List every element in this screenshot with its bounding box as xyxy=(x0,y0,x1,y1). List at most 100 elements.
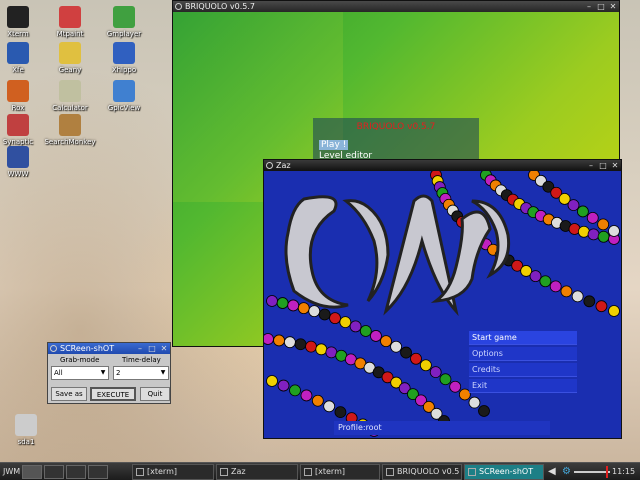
task-xterm-1[interactable]: [xterm] xyxy=(132,464,214,480)
ball xyxy=(308,305,321,318)
ball xyxy=(266,295,278,307)
zaz-window[interactable]: Zaz – □ ✕ Start game Options Credits Exi… xyxy=(263,159,622,439)
zaz-titlebar[interactable]: Zaz – □ ✕ xyxy=(264,160,621,171)
ball xyxy=(370,330,382,342)
close-icon[interactable]: ✕ xyxy=(160,343,168,354)
maximize-icon[interactable]: □ xyxy=(148,343,156,354)
xfe-icon xyxy=(7,42,29,64)
desktop-icon-label: Xfe xyxy=(12,66,24,74)
minimize-icon[interactable]: – xyxy=(585,1,593,12)
ball xyxy=(595,300,608,313)
synaptic-icon xyxy=(7,114,29,136)
window-menu-icon[interactable] xyxy=(175,3,182,10)
briquolo-titlebar[interactable]: BRIQUOLO v0.5.7 – □ ✕ xyxy=(173,1,619,12)
desktop-pager-1[interactable] xyxy=(22,465,42,479)
window-menu-icon[interactable] xyxy=(50,345,57,352)
mtpaint-icon xyxy=(59,6,81,28)
desktop-pager-2[interactable] xyxy=(44,465,64,479)
desktop-icon-label: Synaptic xyxy=(2,138,34,146)
menu-options[interactable]: Options xyxy=(469,347,577,361)
grab-mode-select[interactable]: All ▼ xyxy=(51,366,109,380)
desktop-icon-gpicview[interactable]: GpicView xyxy=(98,80,150,112)
ball xyxy=(277,379,290,392)
menu-credits[interactable]: Credits xyxy=(469,363,577,377)
rox-icon xyxy=(7,80,29,102)
gpicview-icon xyxy=(113,80,135,102)
ball xyxy=(597,230,610,243)
close-icon[interactable]: ✕ xyxy=(609,1,617,12)
minimize-icon[interactable]: – xyxy=(587,160,595,171)
volume-slider-handle[interactable] xyxy=(606,466,608,478)
task-xterm-2[interactable]: [xterm] xyxy=(300,464,380,480)
ball xyxy=(529,270,542,283)
briquolo-title: BRIQUOLO v0.5.7 xyxy=(185,2,255,11)
ball xyxy=(289,384,301,397)
window-menu-icon[interactable] xyxy=(266,162,273,169)
ball xyxy=(294,338,307,351)
quit-button[interactable]: Quit xyxy=(140,387,170,401)
ball xyxy=(567,199,580,212)
desktop-icon-rox[interactable]: Rox xyxy=(0,80,44,112)
ball xyxy=(439,373,452,386)
sda1-icon xyxy=(15,414,37,436)
desktop-icon-label: WWW xyxy=(7,170,29,178)
desktop-icon-calculator[interactable]: Calculator xyxy=(44,80,96,112)
desktop-icon-label: sda1 xyxy=(17,438,35,446)
xhippo-icon xyxy=(113,42,135,64)
ball xyxy=(297,302,310,315)
menu-exit[interactable]: Exit xyxy=(469,379,577,393)
task-zaz[interactable]: Zaz xyxy=(216,464,298,480)
desktop-icon-xterm[interactable]: Xterm xyxy=(0,6,44,38)
desktop-icon-synaptic[interactable]: Synaptic xyxy=(0,114,44,146)
task-screenshot[interactable]: SCReen-shOT xyxy=(464,464,544,480)
grab-mode-label: Grab-mode xyxy=(60,356,100,364)
desktop-icon-label: SearchMonkey xyxy=(44,138,96,146)
desktop-icon-label: Gmplayer xyxy=(106,30,142,38)
ball xyxy=(359,325,372,337)
maximize-icon[interactable]: □ xyxy=(599,160,607,171)
ball xyxy=(577,225,590,238)
menu-start-game[interactable]: Start game xyxy=(469,331,577,345)
ball xyxy=(287,299,300,312)
minimize-icon[interactable]: – xyxy=(136,343,144,354)
screenshot-window[interactable]: SCReen-shOT – □ ✕ Grab-mode Time-delay A… xyxy=(47,342,171,404)
profile-label: Profile:root xyxy=(334,421,550,435)
execute-button[interactable]: EXECUTE xyxy=(90,387,136,401)
desktop-icon-label: Rox xyxy=(11,104,25,112)
network-icon[interactable]: ⚙ xyxy=(562,463,571,480)
ball xyxy=(300,389,313,402)
close-icon[interactable]: ✕ xyxy=(611,160,619,171)
time-delay-select[interactable]: 2 ▼ xyxy=(113,366,169,380)
desktop-pager-3[interactable] xyxy=(66,465,86,479)
desktop-icon-geany[interactable]: Geany xyxy=(44,42,96,74)
ball xyxy=(390,340,402,353)
desktop-pager-4[interactable] xyxy=(88,465,108,479)
maximize-icon[interactable]: □ xyxy=(597,1,605,12)
ball xyxy=(266,375,278,387)
volume-icon[interactable]: ◀ xyxy=(548,463,556,480)
ball xyxy=(273,334,285,347)
zaz-game-canvas[interactable]: Start game Options Credits Exit Profile:… xyxy=(264,171,621,438)
desktop-icon-sda1[interactable]: sda1 xyxy=(0,414,52,446)
desktop-icon-xhippo[interactable]: Xhippo xyxy=(98,42,150,74)
ball xyxy=(325,346,338,359)
desktop-icon-mtpaint[interactable]: Mtpaint xyxy=(44,6,96,38)
ball xyxy=(380,335,392,348)
ball xyxy=(549,280,562,293)
desktop-icon-xfe[interactable]: Xfe xyxy=(0,42,44,74)
ball xyxy=(571,290,584,303)
time-delay-value: 2 xyxy=(116,369,121,377)
desktop-icon-searchmonkey[interactable]: SearchMonkey xyxy=(44,114,96,146)
screenshot-titlebar[interactable]: SCReen-shOT – □ ✕ xyxy=(48,343,170,354)
save-as-button[interactable]: Save as xyxy=(51,387,87,401)
start-menu-button[interactable]: JWM xyxy=(3,463,20,480)
ball xyxy=(576,205,589,218)
menu-play[interactable]: Play ! xyxy=(319,140,349,150)
desktop-icon-www[interactable]: WWW xyxy=(0,146,44,178)
desktop-icon-gmplayer[interactable]: Gmplayer xyxy=(98,6,150,38)
searchmonkey-icon xyxy=(59,114,81,136)
volume-slider[interactable] xyxy=(574,471,610,473)
desktop-icon-label: Xhippo xyxy=(111,66,137,74)
task-briquolo[interactable]: BRIQUOLO v0.5 xyxy=(382,464,462,480)
briquolo-menu-title: BRIQUOLO v0.5.7 xyxy=(356,122,436,132)
